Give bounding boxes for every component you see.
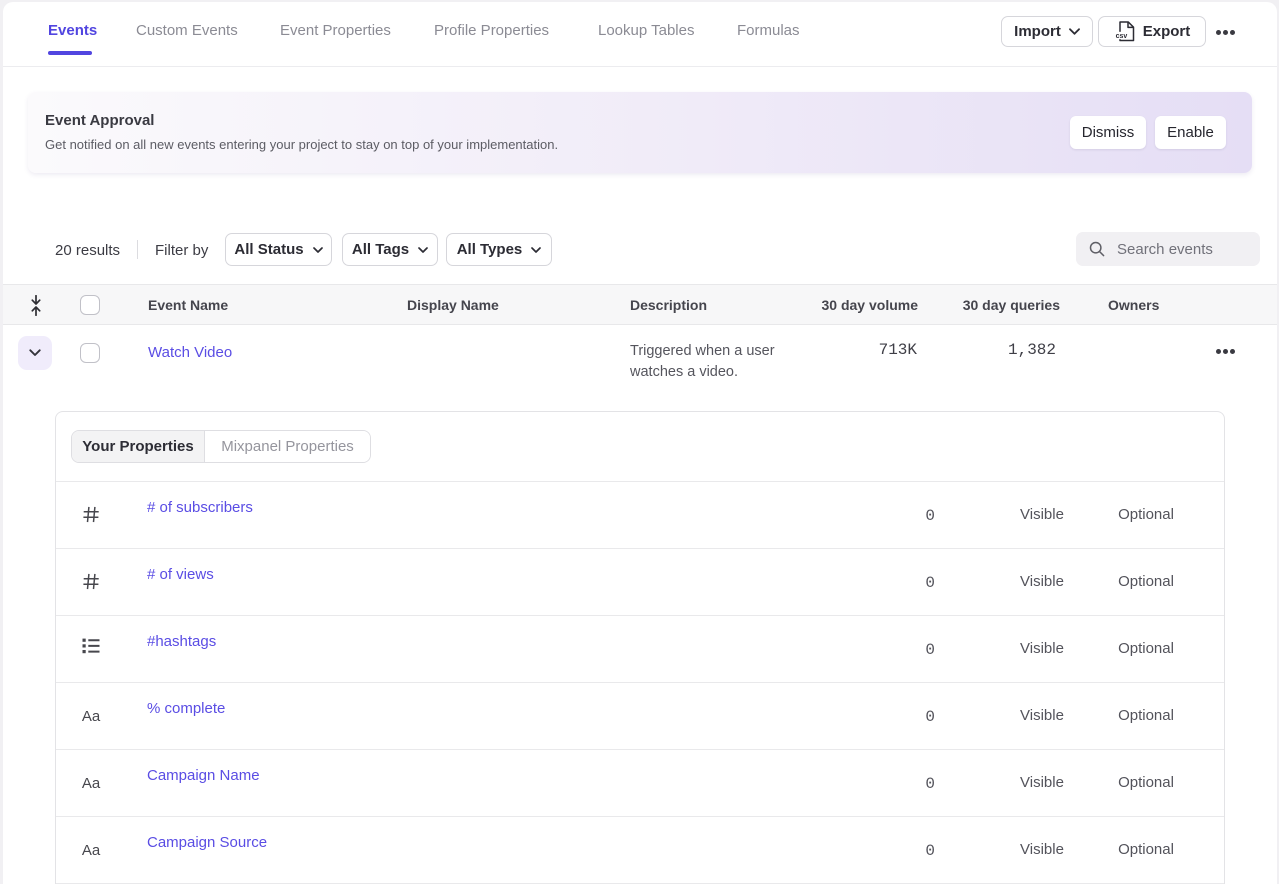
svg-text:csv: csv	[1115, 33, 1127, 40]
